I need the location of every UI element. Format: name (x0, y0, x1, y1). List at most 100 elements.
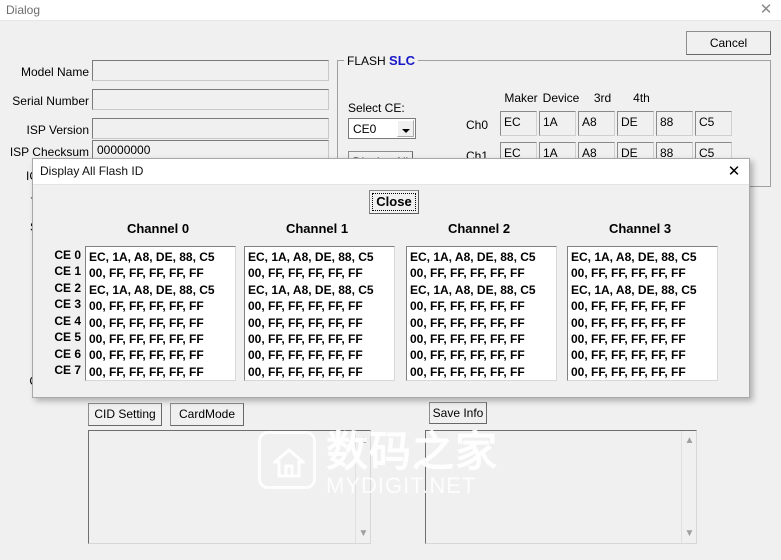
left-log-textarea[interactable]: ▲ ▼ (88, 430, 371, 544)
ce-label-5: CE 5 (54, 330, 81, 344)
list-item: EC, 1A, A8, DE, 88, C5 (410, 250, 536, 264)
channel-list-3[interactable]: EC, 1A, A8, DE, 88, C5 00, FF, FF, FF, F… (567, 246, 718, 381)
flash-legend-text: FLASH (347, 54, 386, 68)
ce-label-1: CE 1 (54, 264, 81, 278)
channel-list-0[interactable]: EC, 1A, A8, DE, 88, C5 00, FF, FF, FF, F… (85, 246, 236, 381)
hex-ch0-maker[interactable]: EC (500, 111, 537, 136)
right-log-value (426, 431, 696, 435)
ce-label-0: CE 0 (54, 248, 81, 262)
save-info-button[interactable]: Save Info (429, 402, 487, 424)
list-item: EC, 1A, A8, DE, 88, C5 (571, 282, 697, 297)
list-item: 00, FF, FF, FF, FF, FF (410, 364, 525, 379)
list-item: 00, FF, FF, FF, FF, FF (248, 315, 363, 330)
flash-groupbox-legend: FLASH SLC (344, 53, 419, 68)
field-serial-number[interactable] (92, 89, 329, 110)
dialog-titlebar: Display All Flash ID ✕ (33, 159, 749, 185)
chevron-down-icon[interactable] (397, 120, 414, 137)
list-item: 00, FF, FF, FF, FF, FF (89, 348, 204, 363)
ce-label-4: CE 4 (54, 314, 81, 328)
column-header-device: Device (542, 91, 580, 105)
list-item: 00, FF, FF, FF, FF, FF (248, 364, 363, 379)
list-item: EC, 1A, A8, DE, 88, C5 (410, 282, 536, 297)
left-log-value (89, 431, 370, 435)
right-log-scrollbar[interactable]: ▲ ▼ (681, 431, 696, 543)
list-item: 00, FF, FF, FF, FF, FF (248, 266, 363, 281)
list-item: 00, FF, FF, FF, FF, FF (410, 266, 525, 281)
window-titlebar: Dialog ✕ (0, 0, 781, 21)
hex-ch0-device[interactable]: 1A (539, 111, 576, 136)
label-serial-number: Serial Number (12, 94, 89, 108)
left-log-scrollbar[interactable]: ▲ ▼ (355, 431, 370, 543)
list-item: 00, FF, FF, FF, FF, FF (410, 299, 525, 314)
application-window: Dialog ✕ Model Name Serial Number ISP Ve… (0, 0, 781, 560)
hex-ch0-5th[interactable]: 88 (656, 111, 693, 136)
list-item: 00, FF, FF, FF, FF, FF (571, 299, 686, 314)
list-item: 00, FF, FF, FF, FF, FF (89, 332, 204, 347)
card-mode-button[interactable]: CardMode (170, 403, 244, 426)
list-item: 00, FF, FF, FF, FF, FF (89, 315, 204, 330)
list-item: 00, FF, FF, FF, FF, FF (410, 315, 525, 330)
column-header-3rd: 3rd (593, 91, 612, 105)
save-info-button-label: Save Info (432, 406, 484, 420)
list-item: 00, FF, FF, FF, FF, FF (571, 266, 686, 281)
list-item: 00, FF, FF, FF, FF, FF (571, 332, 686, 347)
channel-header-0: Channel 0 (126, 221, 190, 236)
chevron-up-icon[interactable]: ▲ (356, 433, 371, 448)
list-item: 00, FF, FF, FF, FF, FF (248, 299, 363, 314)
list-item: 00, FF, FF, FF, FF, FF (248, 332, 363, 347)
list-item: EC, 1A, A8, DE, 88, C5 (571, 250, 697, 264)
cancel-button[interactable]: Cancel (686, 31, 771, 55)
card-mode-button-label: CardMode (178, 407, 236, 421)
ce-label-3: CE 3 (54, 297, 81, 311)
label-select-ce: Select CE: (348, 101, 405, 115)
channel-header-2: Channel 2 (447, 221, 511, 236)
list-item: 00, FF, FF, FF, FF, FF (89, 364, 204, 379)
window-title: Dialog (6, 3, 41, 17)
flash-legend-accent: SLC (389, 53, 416, 68)
ce-label-7: CE 7 (54, 363, 81, 377)
list-item: EC, 1A, A8, DE, 88, C5 (89, 282, 215, 297)
list-item: 00, FF, FF, FF, FF, FF (571, 315, 686, 330)
hex-ch0-6th[interactable]: C5 (695, 111, 732, 136)
column-header-4th: 4th (633, 91, 650, 105)
channel-list-2[interactable]: EC, 1A, A8, DE, 88, C5 00, FF, FF, FF, F… (406, 246, 557, 381)
close-button[interactable]: Close (369, 190, 419, 214)
close-icon[interactable]: ✕ (757, 1, 775, 18)
chevron-down-icon[interactable]: ▼ (356, 526, 371, 541)
list-item: EC, 1A, A8, DE, 88, C5 (248, 282, 374, 297)
list-item: EC, 1A, A8, DE, 88, C5 (248, 250, 374, 264)
close-button-label: Close (372, 193, 416, 211)
select-ce-combobox[interactable]: CE0 (348, 118, 416, 139)
field-isp-version[interactable] (92, 118, 329, 139)
right-log-textarea[interactable]: ▲ ▼ (425, 430, 697, 544)
column-header-maker: Maker (504, 91, 538, 105)
ce-label-6: CE 6 (54, 347, 81, 361)
channel-header-1: Channel 1 (285, 221, 349, 236)
list-item: 00, FF, FF, FF, FF, FF (571, 364, 686, 379)
chevron-up-icon[interactable]: ▲ (682, 433, 697, 448)
list-item: 00, FF, FF, FF, FF, FF (248, 348, 363, 363)
close-icon[interactable]: ✕ (723, 161, 745, 183)
label-isp-checksum: ISP Checksum (9, 145, 89, 159)
cancel-button-label: Cancel (709, 36, 748, 50)
list-item: 00, FF, FF, FF, FF, FF (89, 299, 204, 314)
list-item: 00, FF, FF, FF, FF, FF (89, 266, 204, 281)
display-all-flash-id-dialog: Display All Flash ID ✕ Close CE 0 CE 1 C… (32, 158, 750, 398)
cid-setting-button-label: CID Setting (94, 407, 156, 421)
list-item: 00, FF, FF, FF, FF, FF (571, 348, 686, 363)
list-item: EC, 1A, A8, DE, 88, C5 (89, 250, 215, 264)
label-model-name: Model Name (20, 65, 89, 79)
field-model-name[interactable] (92, 60, 329, 81)
hex-ch0-4th[interactable]: DE (617, 111, 654, 136)
label-isp-version: ISP Version (26, 123, 89, 137)
channel-header-3: Channel 3 (608, 221, 672, 236)
cid-setting-button[interactable]: CID Setting (88, 403, 162, 426)
list-item: 00, FF, FF, FF, FF, FF (410, 332, 525, 347)
chevron-down-icon[interactable]: ▼ (682, 526, 697, 541)
channel-list-1[interactable]: EC, 1A, A8, DE, 88, C5 00, FF, FF, FF, F… (244, 246, 395, 381)
dialog-title: Display All Flash ID (40, 164, 144, 178)
list-item: 00, FF, FF, FF, FF, FF (410, 348, 525, 363)
hex-ch0-3rd[interactable]: A8 (578, 111, 615, 136)
select-ce-value: CE0 (353, 122, 377, 136)
ce-label-2: CE 2 (54, 281, 81, 295)
